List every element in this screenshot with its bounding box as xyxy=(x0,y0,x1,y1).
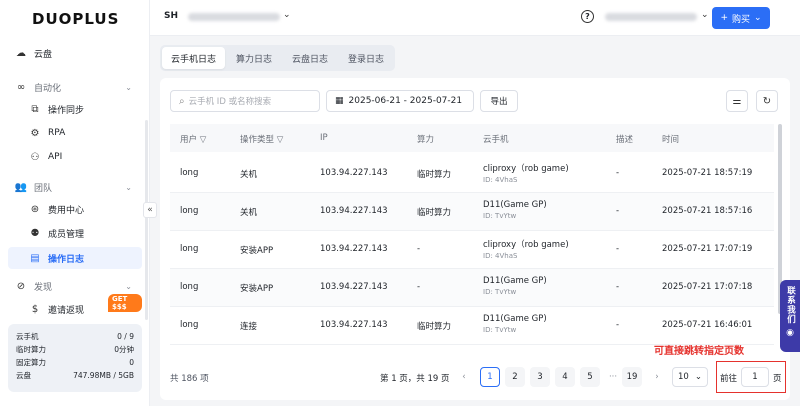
chevron-down-icon: ⌄ xyxy=(694,372,702,382)
date-range-picker[interactable]: ▦ 2025-06-21 - 2025-07-21 xyxy=(326,90,474,112)
refresh-icon: ↻ xyxy=(762,95,772,107)
chevron-left-icon: ‹ xyxy=(462,372,466,382)
search-input[interactable]: ⌕ 云手机 ID 或名称搜索 xyxy=(170,90,320,112)
table-row: long 安装APP 103.94.227.143 - D11(Game GP)… xyxy=(170,269,774,307)
sync-icon: ⧉ xyxy=(31,103,39,115)
sidebar-item-members[interactable]: ⚉ 成员管理 xyxy=(28,222,142,244)
resource-stats: 云手机 0 / 9 临时算力 0分钟 固定算力 0 云盘 747.98MB / 5GB xyxy=(8,324,142,392)
chevron-down-icon[interactable]: ⌄ xyxy=(283,10,291,20)
stat-fixed-compute: 固定算力 0 xyxy=(16,358,134,367)
chevron-down-icon: ⌄ xyxy=(125,281,132,291)
chevron-down-icon: ⌄ xyxy=(754,13,762,23)
goto-page-input[interactable]: 1 xyxy=(741,367,769,387)
goto-label: 前往 xyxy=(720,374,738,384)
page-button[interactable]: 5 xyxy=(580,367,600,387)
tab-compute-log[interactable]: 算力日志 xyxy=(227,47,281,69)
chevron-down-icon[interactable]: ⌄ xyxy=(701,10,709,20)
column-settings-button[interactable]: ⚌ xyxy=(726,90,748,112)
page-ellipsis[interactable]: ··· xyxy=(603,367,623,387)
log-icon: ▤ xyxy=(30,252,40,264)
sidebar: DUOPLUS ☁ 云盘 ∞ 自动化 ⌄ ⧉ 操作同步 ⚙ RPA ⚇ API 👥 团队 ⌄ ⊛… xyxy=(0,0,150,406)
table-row: long 关机 103.94.227.143 临时算力 D11(Game GP)… xyxy=(170,193,774,231)
page-info: 第 1 页，共 19 页 xyxy=(380,374,450,384)
table-row: long 关机 103.94.227.143 临时算力 cliproxy（rob… xyxy=(170,155,774,193)
team-icon: 👥 xyxy=(14,181,28,193)
sidebar-item-rpa[interactable]: ⚙ RPA xyxy=(28,122,142,144)
stat-cloud-disk: 云盘 747.98MB / 5GB xyxy=(16,371,134,380)
sidebar-item-api[interactable]: ⚇ API xyxy=(28,146,142,168)
cloud-icon: ☁ xyxy=(16,47,26,59)
export-button[interactable]: 导出 xyxy=(480,90,518,112)
goto-unit: 页 xyxy=(773,374,782,384)
workspace-name-redacted[interactable] xyxy=(188,13,280,21)
sidebar-item-cloud-disk[interactable]: ☁ 云盘 xyxy=(14,42,142,64)
stat-temp-compute: 临时算力 0分钟 xyxy=(16,345,134,354)
top-header: SH ⌄ ? ⌄ + 购买 ⌄ xyxy=(150,0,800,36)
sidebar-group-automation[interactable]: ∞ 自动化 ⌄ xyxy=(14,76,142,98)
log-tabs: 云手机日志 算力日志 云盘日志 登录日志 xyxy=(160,45,396,71)
next-page-button[interactable]: › xyxy=(647,367,667,387)
chevron-down-icon: ⌄ xyxy=(125,182,132,192)
header-ip: IP xyxy=(320,133,328,143)
tab-login-log[interactable]: 登录日志 xyxy=(339,47,393,69)
search-icon: ⌕ xyxy=(179,95,185,107)
brand-logo[interactable]: DUOPLUS xyxy=(32,10,119,28)
filter-icon: ▽ xyxy=(276,135,284,145)
contact-us-button[interactable]: 联系我们 ◉ xyxy=(780,280,800,352)
table-header: 用户 ▽ 操作类型 ▽ IP 算力 云手机 描述 时间 xyxy=(170,124,774,152)
buy-button[interactable]: + 购买 ⌄ xyxy=(712,7,770,29)
table-row: long 连接 103.94.227.143 临时算力 D11(Game GP)… xyxy=(170,307,774,345)
annotation-text: 可直接跳转指定页数 xyxy=(654,346,744,357)
sidebar-collapse-button[interactable]: « xyxy=(143,202,157,218)
total-count: 共 186 项 xyxy=(170,374,209,384)
user-name-redacted[interactable] xyxy=(605,13,697,21)
chevron-down-icon: ⌄ xyxy=(125,82,132,92)
get-cash-badge: GET $$$ xyxy=(108,294,142,312)
header-compute: 算力 xyxy=(417,135,435,145)
robot-icon: ⚙ xyxy=(30,127,40,139)
table-row: long 安装APP 103.94.227.143 - cliproxy（rob… xyxy=(170,231,774,269)
members-icon: ⚉ xyxy=(30,227,40,239)
chat-icon: ◉ xyxy=(786,328,794,338)
page-button[interactable]: 1 xyxy=(480,367,500,387)
page-size-select[interactable]: 10 ⌄ xyxy=(672,367,708,387)
page-button[interactable]: 3 xyxy=(530,367,550,387)
stat-cloud-phone: 云手机 0 / 9 xyxy=(16,332,134,341)
header-user[interactable]: 用户 ▽ xyxy=(180,133,206,145)
sidebar-item-billing[interactable]: ⊛ 费用中心 xyxy=(28,198,142,220)
calendar-icon: ▦ xyxy=(335,96,344,106)
page-button[interactable]: 4 xyxy=(555,367,575,387)
workspace-avatar[interactable]: SH xyxy=(164,11,178,21)
sidebar-group-team[interactable]: 👥 团队 ⌄ xyxy=(14,176,142,198)
page-button[interactable]: 2 xyxy=(505,367,525,387)
sidebar-item-sync[interactable]: ⧉ 操作同步 xyxy=(28,98,142,120)
header-cloud-phone: 云手机 xyxy=(483,135,509,145)
tab-cloud-phone-log[interactable]: 云手机日志 xyxy=(162,47,226,69)
sidebar-item-referral[interactable]: $ 邀请返现 GET $$$ xyxy=(28,294,142,320)
sidebar-scrollbar[interactable] xyxy=(145,120,148,320)
header-description: 描述 xyxy=(616,135,634,145)
tab-cloud-disk-log[interactable]: 云盘日志 xyxy=(283,47,337,69)
filter-icon: ▽ xyxy=(199,135,207,145)
billing-icon: ⊛ xyxy=(30,203,40,215)
chevron-right-icon: › xyxy=(655,372,659,382)
header-action-type[interactable]: 操作类型 ▽ xyxy=(240,133,283,145)
plus-icon: + xyxy=(720,13,728,23)
help-icon[interactable]: ? xyxy=(581,10,594,23)
api-icon: ⚇ xyxy=(30,151,40,163)
header-time: 时间 xyxy=(662,135,680,145)
refresh-button[interactable]: ↻ xyxy=(756,90,778,112)
sidebar-item-operation-log[interactable]: ▤ 操作日志 xyxy=(8,247,142,269)
sliders-icon: ⚌ xyxy=(732,95,742,107)
infinity-icon: ∞ xyxy=(16,81,26,93)
dollar-icon: $ xyxy=(31,303,39,315)
compass-icon: ⊘ xyxy=(16,280,26,292)
prev-page-button[interactable]: ‹ xyxy=(454,367,474,387)
page-button[interactable]: 19 xyxy=(622,367,642,387)
